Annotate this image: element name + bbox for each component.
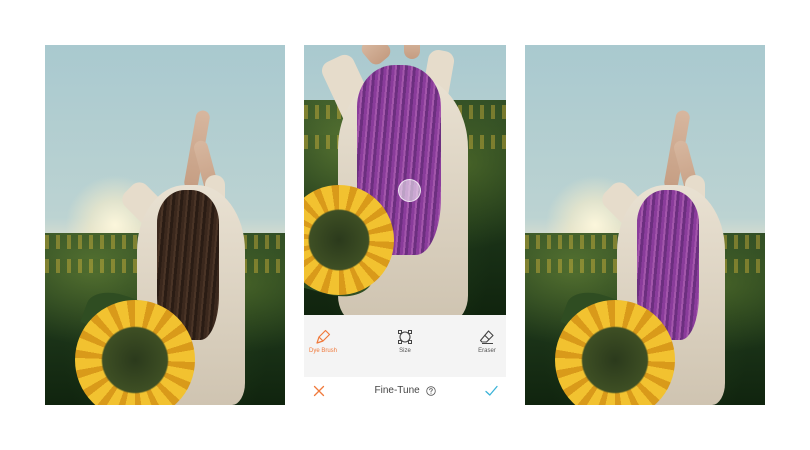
size-label: Size (399, 348, 411, 354)
eraser-button[interactable]: Eraser (459, 329, 515, 354)
editor-screen: Dye Brush Size Eraser Fine-Tune (304, 45, 506, 405)
help-icon[interactable] (425, 385, 436, 396)
tool-bar: Dye Brush Size Eraser (304, 315, 506, 377)
editor-footer: Fine-Tune (304, 377, 506, 405)
forearm (404, 45, 420, 59)
dye-brush-label: Dye Brush (308, 348, 337, 354)
after-photo (525, 45, 765, 405)
dye-brush-button[interactable]: Dye Brush (295, 329, 351, 354)
eraser-label: Eraser (478, 348, 496, 354)
fine-tune-title: Fine-Tune (374, 385, 420, 396)
footer-title: Fine-Tune (304, 385, 506, 396)
brush-cursor[interactable] (398, 179, 421, 202)
checkmark-icon[interactable] (485, 385, 498, 397)
forearm (358, 45, 394, 68)
size-button[interactable]: Size (377, 329, 433, 354)
eraser-icon (479, 330, 494, 344)
brush-icon (316, 329, 331, 344)
before-photo (45, 45, 285, 405)
size-icon (398, 330, 412, 344)
editor-canvas[interactable] (304, 45, 506, 315)
